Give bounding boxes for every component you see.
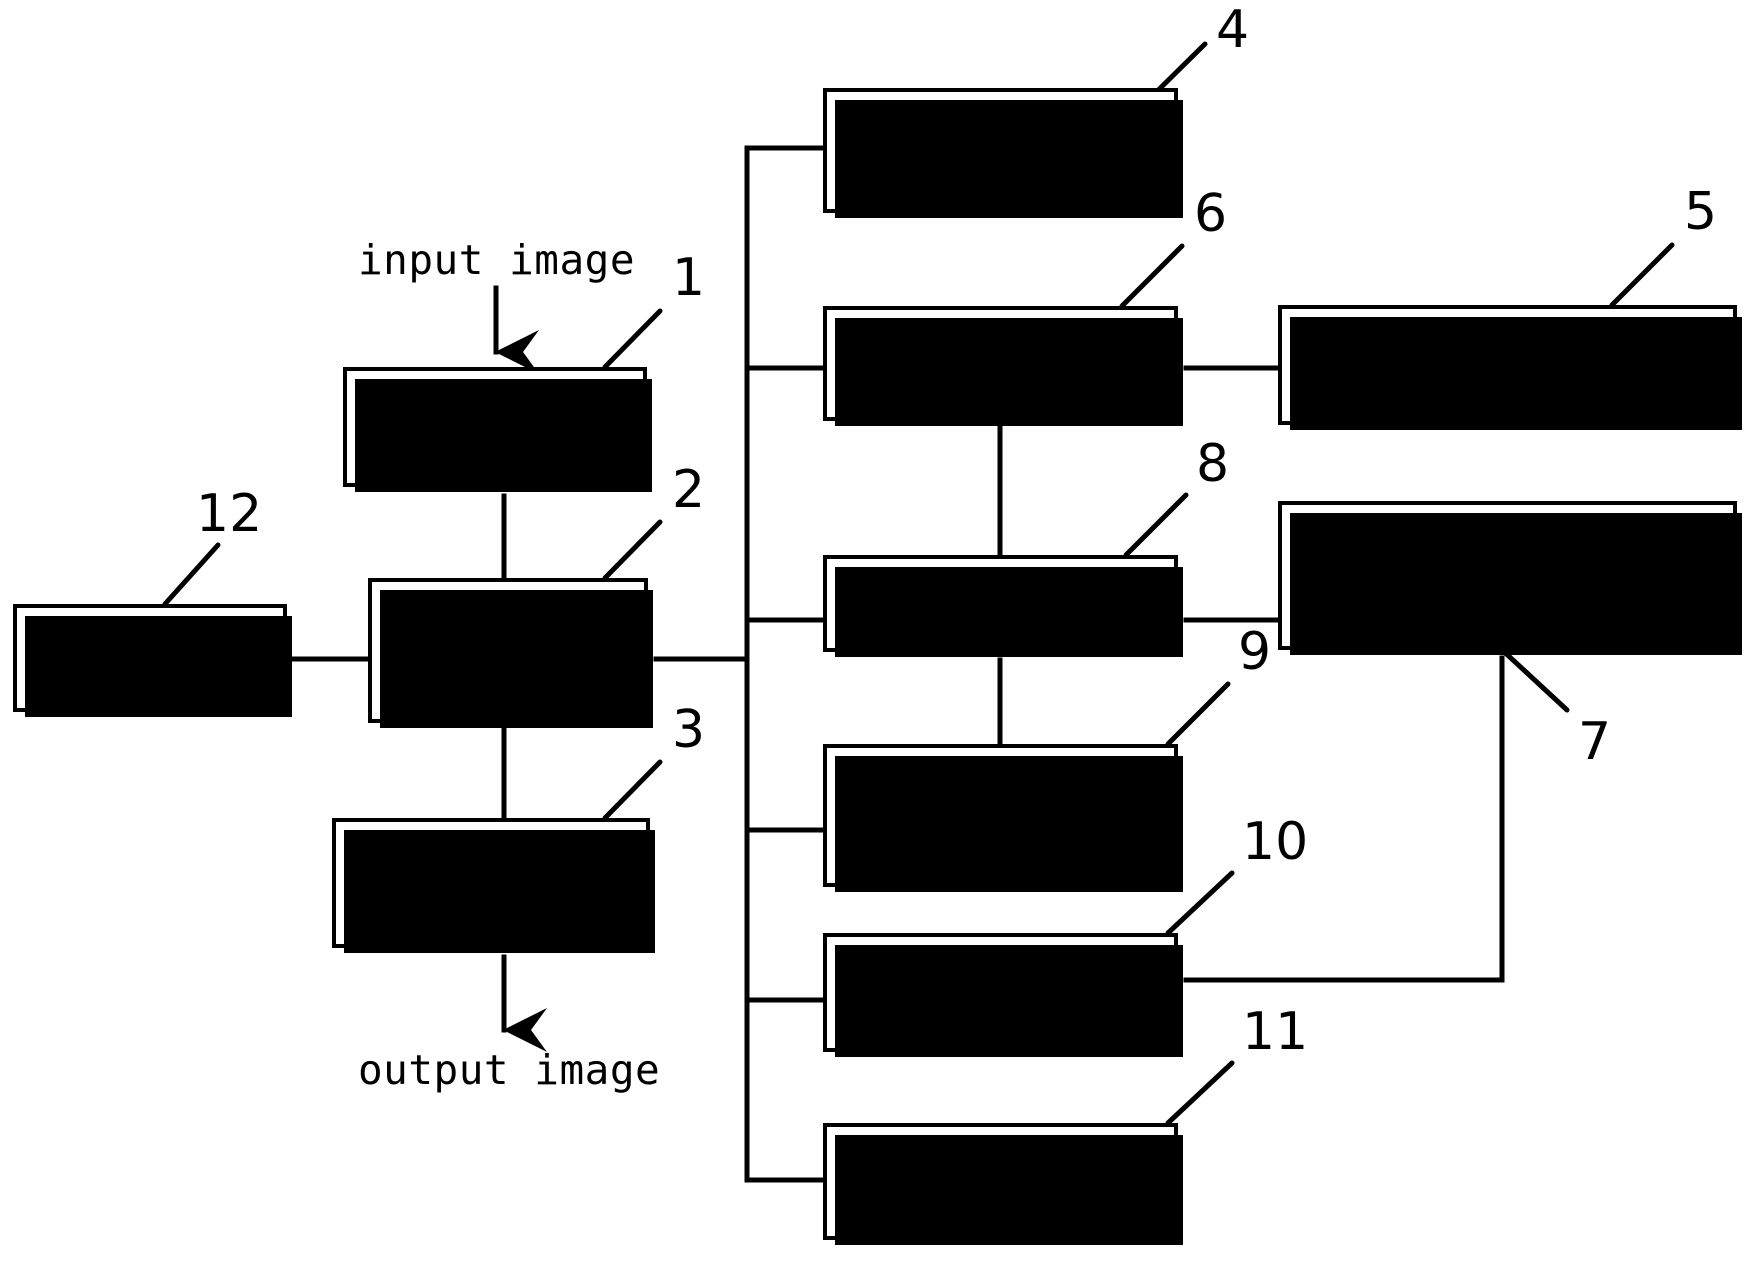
block-line: composing — [889, 946, 1112, 993]
block-composing-unit[interactable]: composing unit — [823, 933, 1183, 1057]
block-line: detecting — [889, 317, 1112, 364]
block-line: arrangement — [1385, 514, 1630, 556]
wire-composing-arrangement7 — [1183, 655, 1505, 983]
block-line: input unit — [372, 426, 618, 472]
block-line: information storing — [1296, 554, 1719, 596]
block-line: image — [433, 381, 557, 428]
leader-9 — [1165, 681, 1231, 747]
leader-12 — [162, 542, 221, 607]
block-image-input-unit[interactable]: image input unit — [343, 367, 652, 492]
block-line: information — [878, 794, 1123, 836]
block-line: unit — [951, 362, 1050, 409]
reference-numeral-3: 3 — [672, 700, 706, 760]
leader-5 — [1609, 242, 1675, 308]
block-line: output unit — [355, 882, 627, 928]
block-line: arrangement — [878, 754, 1123, 796]
reference-numeral-8: 8 — [1196, 434, 1230, 494]
reference-numeral-10: 10 — [1242, 812, 1309, 872]
diagram-canvas: input image output image image input uni… — [0, 0, 1758, 1264]
leader-7 — [1497, 645, 1570, 713]
block-line: arranging unit — [845, 602, 1156, 644]
reference-numeral-4: 4 — [1216, 0, 1250, 60]
leader-8 — [1123, 492, 1189, 558]
leader-6 — [1119, 243, 1185, 309]
block-arrangement-information-storing-unit-right[interactable]: arrangement information storing unit — [1278, 501, 1742, 655]
block-template-storing-unit[interactable]: template storing unit — [1278, 305, 1742, 430]
reference-numeral-12: 12 — [196, 484, 263, 544]
leader-1 — [602, 308, 663, 370]
reference-numeral-5: 5 — [1684, 182, 1718, 242]
block-line: unit — [458, 649, 558, 696]
block-image-output-unit[interactable]: image output unit — [332, 818, 655, 953]
block-line: template storing — [1310, 319, 1705, 366]
block-line: storing unit — [853, 1180, 1148, 1227]
block-line: input image — [865, 104, 1136, 151]
reference-numeral-6: 6 — [1194, 184, 1228, 244]
block-line: storing unit — [867, 834, 1134, 876]
block-line: control — [421, 604, 595, 651]
block-control-unit[interactable]: control unit — [368, 578, 653, 728]
leader-2 — [602, 519, 663, 581]
reference-numeral-2: 2 — [672, 460, 706, 520]
leader-11 — [1165, 1060, 1235, 1126]
block-detecting-unit[interactable]: detecting unit — [823, 306, 1183, 426]
block-line: output image — [853, 1135, 1148, 1182]
block-line: storing unit — [853, 149, 1148, 196]
block-line: unit — [1463, 594, 1552, 636]
input-image-label: input image — [358, 236, 636, 284]
block-line: unit — [100, 657, 200, 703]
block-operation-unit[interactable]: operation unit — [13, 604, 292, 717]
block-output-image-storing-unit[interactable]: output image storing unit — [823, 1123, 1183, 1245]
block-line: operation — [39, 612, 261, 659]
reference-numeral-7: 7 — [1578, 712, 1612, 772]
output-image-label: output image — [358, 1046, 661, 1094]
block-line: image — [429, 837, 553, 884]
reference-numeral-9: 9 — [1238, 622, 1272, 682]
block-line: unit — [951, 991, 1050, 1038]
reference-numeral-1: 1 — [672, 248, 706, 308]
block-arrangement-information-storing-unit[interactable]: arrangement information storing unit — [823, 744, 1183, 892]
block-input-image-storing-unit[interactable]: input image storing unit — [823, 88, 1183, 218]
reference-numeral-11: 11 — [1242, 1002, 1309, 1062]
block-line: ornament — [911, 562, 1090, 604]
block-ornament-arranging-unit[interactable]: ornament arranging unit — [823, 555, 1183, 657]
block-line: unit — [1458, 364, 1557, 410]
leader-3 — [602, 759, 663, 821]
